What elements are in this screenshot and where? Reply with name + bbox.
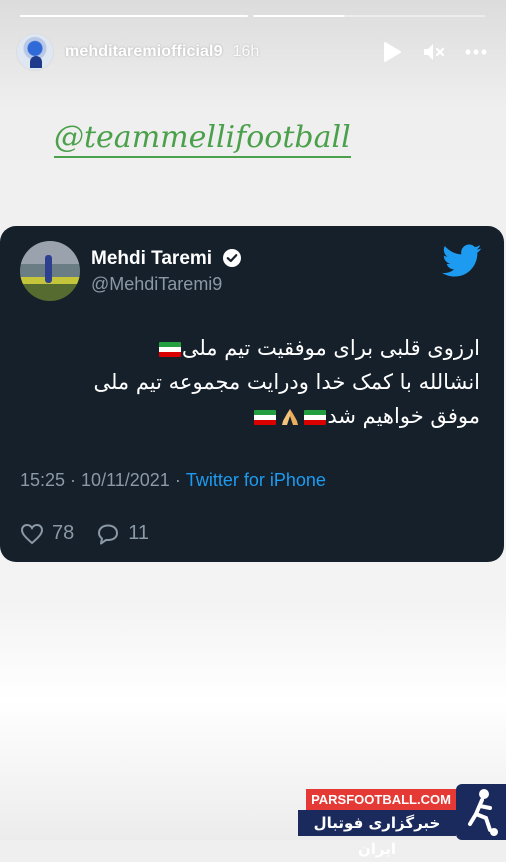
tweet-time[interactable]: 15:25 xyxy=(20,470,65,491)
watermark-site: PARSFOOTBALL.COM xyxy=(306,789,456,810)
story-progress-segment-1 xyxy=(20,15,248,17)
like-button[interactable]: 78 xyxy=(20,522,74,545)
play-button[interactable] xyxy=(378,38,406,66)
story-progress-segment-3 xyxy=(345,15,485,17)
tweet-avatar[interactable] xyxy=(20,241,80,301)
tweet-line-2: انشالله با کمک خدا ودرایت مجموعه تیم ملی xyxy=(93,370,480,394)
reply-icon xyxy=(98,524,119,544)
meta-separator: · xyxy=(174,470,181,490)
like-count: 78 xyxy=(52,522,75,544)
reply-count: 11 xyxy=(128,522,150,544)
footballer-logo-icon xyxy=(468,789,498,836)
more-button[interactable] xyxy=(462,38,490,66)
meta-separator: · xyxy=(70,470,77,490)
story-header: mehditaremiofficial9 16h xyxy=(16,32,490,72)
reply-button[interactable]: 11 xyxy=(96,522,149,545)
more-icon xyxy=(465,49,487,55)
tweet-line-3: موفق خواهیم شد xyxy=(80,399,480,433)
folded-hands-icon xyxy=(282,409,299,425)
mute-button[interactable] xyxy=(420,38,448,66)
tweet-source[interactable]: Twitter for iPhone xyxy=(186,470,326,491)
tweet-text: ارزوی قلبی برای موفقیت تیم ملی انشالله ب… xyxy=(80,331,480,433)
parsfootball-logo xyxy=(456,784,506,840)
story-progress-segment-2 xyxy=(253,15,345,17)
heart-icon xyxy=(20,523,44,544)
twitter-bird-icon xyxy=(442,244,482,277)
username[interactable]: mehditaremiofficial9 xyxy=(65,43,223,61)
parsfootball-watermark: PARSFOOTBALL.COM خبرگزاری فوتبال ایران xyxy=(298,784,506,858)
tweet-card: Mehdi Taremi @MehdiTaremi9 ارزوی قلبی بر… xyxy=(0,226,504,562)
tweet-meta: 15:25 · 10/11/2021 · Twitter for iPhone xyxy=(20,470,326,491)
verified-badge-icon xyxy=(223,249,241,267)
iran-flag-icon xyxy=(304,409,327,425)
tweet-stats: 78 11 xyxy=(20,522,171,545)
tweet-line-1: ارزوی قلبی برای موفقیت تیم ملی xyxy=(80,331,480,365)
iran-flag-icon xyxy=(254,409,277,425)
mention-sticker[interactable]: @teammellifootball xyxy=(54,120,351,158)
iran-flag-icon xyxy=(158,341,181,357)
story-time: 16h xyxy=(232,43,260,60)
header-actions xyxy=(364,38,490,66)
play-icon xyxy=(384,42,401,62)
tweet-date[interactable]: 10/11/2021 xyxy=(81,470,170,491)
profile-avatar[interactable] xyxy=(16,33,54,71)
tweet-author-name[interactable]: Mehdi Taremi xyxy=(91,248,212,270)
mute-icon xyxy=(424,44,445,60)
watermark-tagline: خبرگزاری فوتبال ایران xyxy=(298,810,456,858)
tweet-author-handle[interactable]: @MehdiTaremi9 xyxy=(91,274,222,295)
